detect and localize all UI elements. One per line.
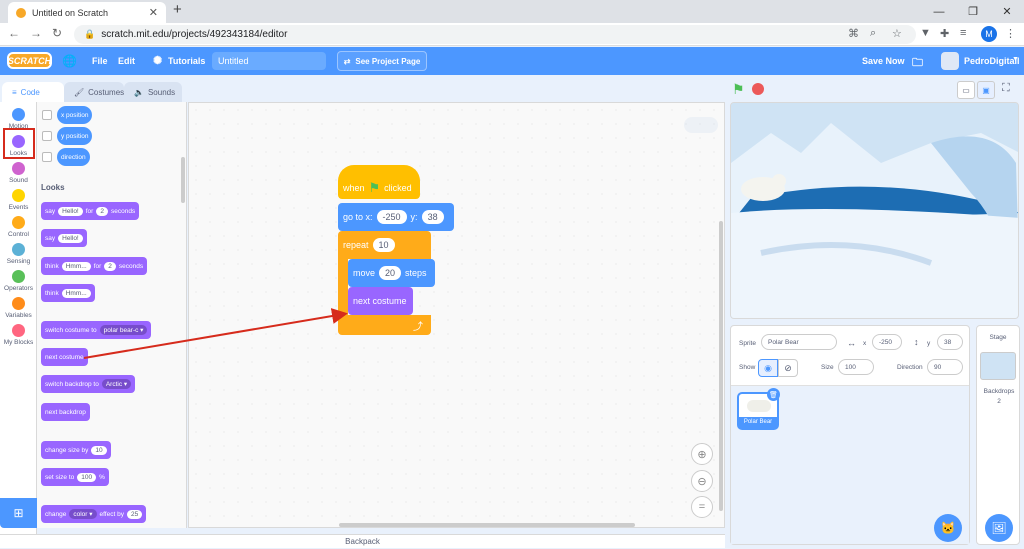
- horizontal-arrows-icon: ↔: [847, 338, 856, 348]
- backpack-bar[interactable]: Backpack: [0, 534, 725, 548]
- sprite-name-input[interactable]: Polar Bear: [761, 334, 837, 350]
- small-stage-icon[interactable]: ▭: [957, 81, 975, 99]
- stage-canvas[interactable]: [730, 102, 1019, 319]
- choose-backdrop-button[interactable]: 🖼: [985, 514, 1013, 542]
- backdrops-label: Backdrops: [983, 388, 1015, 395]
- hide-eye-icon[interactable]: ⊘: [778, 359, 798, 377]
- x-label: x: [863, 340, 867, 347]
- image-plus-icon: 🖼: [991, 521, 1007, 535]
- arctic-backdrop: [731, 103, 1018, 318]
- sprite-tile-label: Polar Bear: [739, 417, 777, 428]
- cat-plus-icon: 🐱: [940, 521, 956, 535]
- size-label: Size: [821, 364, 834, 371]
- sprite-pane: Sprite Polar Bear ↔ x -250 ↕ y 38 Show ◉…: [730, 325, 970, 545]
- choose-sprite-button[interactable]: 🐱: [934, 514, 962, 542]
- direction-label: Direction: [897, 364, 923, 371]
- x-input[interactable]: -250: [872, 334, 902, 350]
- show-label: Show: [739, 364, 756, 371]
- vertical-arrows-icon: ↕: [914, 337, 919, 347]
- large-stage-icon[interactable]: ▣: [977, 81, 995, 99]
- stage-title: Stage: [989, 334, 1007, 341]
- backdrops-count: 2: [997, 398, 1001, 405]
- polar-bear-thumbnail: [747, 400, 771, 412]
- stage-controls: ⚑ ▭ ▣ ⛶: [730, 80, 1020, 100]
- stop-icon[interactable]: [752, 83, 764, 95]
- stage-selector[interactable]: Stage Backdrops 2: [976, 325, 1020, 545]
- stage-thumbnail: [980, 352, 1016, 380]
- sprite-list: Polar Bear 🗑: [731, 386, 969, 544]
- sprite-info: Sprite Polar Bear ↔ x -250 ↕ y 38 Show ◉…: [731, 326, 969, 386]
- y-label: y: [927, 340, 931, 347]
- green-flag-icon[interactable]: ⚑: [732, 81, 745, 98]
- size-input[interactable]: 100: [838, 359, 874, 375]
- fullscreen-icon[interactable]: ⛶: [1002, 82, 1010, 95]
- sprite-label: Sprite: [739, 340, 756, 347]
- y-input[interactable]: 38: [937, 334, 963, 350]
- direction-input[interactable]: 90: [927, 359, 963, 375]
- delete-sprite-icon[interactable]: 🗑: [767, 388, 780, 401]
- show-eye-icon[interactable]: ◉: [758, 359, 778, 377]
